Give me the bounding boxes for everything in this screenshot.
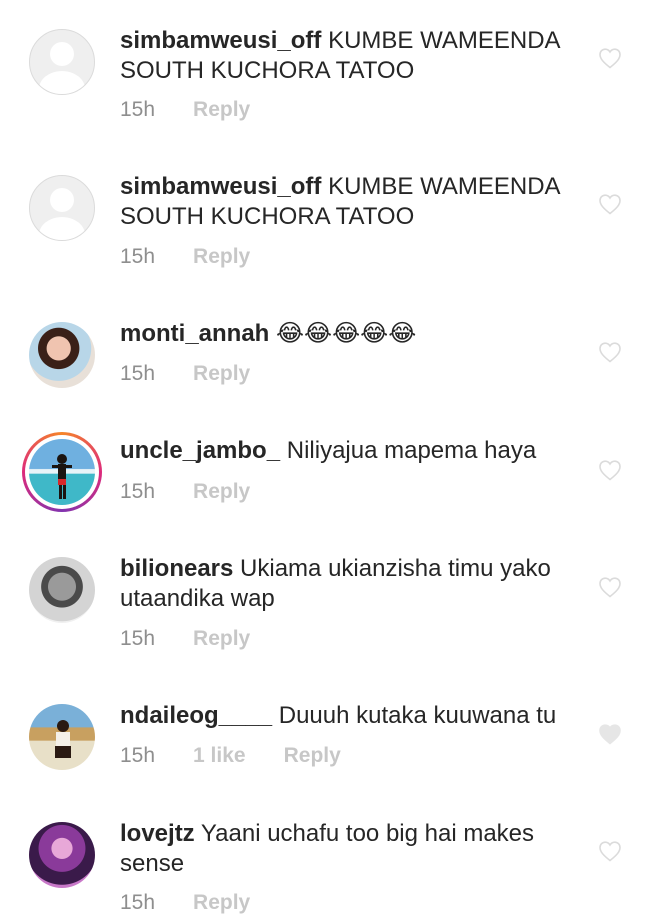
- heart-filled-icon[interactable]: [598, 723, 622, 745]
- comment-username[interactable]: uncle_jambo_: [120, 437, 280, 464]
- heart-icon[interactable]: [598, 193, 622, 215]
- comment-text: simbamweusi_off KUMBE WAMEENDA SOUTH KUC…: [120, 26, 580, 86]
- comment-username[interactable]: simbamweusi_off: [120, 27, 321, 54]
- comment-username[interactable]: simbamweusi_off: [120, 173, 321, 200]
- comment-text: simbamweusi_off KUMBE WAMEENDA SOUTH KUC…: [120, 172, 580, 232]
- profile-photo: [29, 557, 95, 623]
- comment-meta: 15h Reply: [120, 891, 250, 915]
- avatar[interactable]: [29, 175, 95, 241]
- avatar[interactable]: [29, 822, 95, 888]
- avatar[interactable]: [29, 322, 95, 388]
- reply-button[interactable]: Reply: [193, 480, 250, 504]
- comment-body: Niliyajua mapema haya: [286, 437, 537, 464]
- comment-text: lovejtz Yaani uchafu too big hai makes s…: [120, 819, 580, 879]
- comment-time: 15h: [120, 891, 156, 914]
- default-avatar-icon: [29, 29, 95, 95]
- comment-username[interactable]: ndaileog____: [120, 702, 272, 729]
- heart-icon[interactable]: [598, 341, 622, 363]
- profile-photo: [29, 439, 95, 505]
- comment-username[interactable]: lovejtz: [120, 820, 195, 847]
- comment-meta: 15h Reply: [120, 362, 250, 386]
- reply-button[interactable]: Reply: [193, 362, 250, 386]
- profile-photo: [29, 704, 95, 770]
- story-ring[interactable]: [22, 432, 102, 512]
- comment-body: Duuuh kutaka kuuwana tu: [278, 702, 557, 729]
- comment-body: 😂😂😂😂😂: [276, 319, 417, 347]
- heart-icon[interactable]: [598, 47, 622, 69]
- comment-time: 15h: [120, 744, 156, 767]
- comment-username[interactable]: bilionears: [120, 555, 233, 582]
- reply-button[interactable]: Reply: [284, 744, 341, 768]
- comment-time: 15h: [120, 245, 156, 268]
- comment-time: 15h: [120, 98, 156, 121]
- reply-button[interactable]: Reply: [193, 245, 250, 269]
- profile-photo: [29, 822, 95, 888]
- heart-icon[interactable]: [598, 576, 622, 598]
- avatar[interactable]: [29, 704, 95, 770]
- comment-username[interactable]: monti_annah: [120, 320, 269, 347]
- reply-button[interactable]: Reply: [193, 627, 250, 651]
- comment-text: ndaileog____ Duuuh kutaka kuuwana tu: [120, 701, 580, 731]
- reply-button[interactable]: Reply: [193, 891, 250, 915]
- heart-icon[interactable]: [598, 840, 622, 862]
- avatar[interactable]: [29, 29, 95, 95]
- comment-time: 15h: [120, 362, 156, 385]
- heart-icon[interactable]: [598, 459, 622, 481]
- comment-time: 15h: [120, 480, 156, 503]
- reply-button[interactable]: Reply: [193, 98, 250, 122]
- avatar[interactable]: [29, 557, 95, 623]
- comment-meta: 15h 1 like Reply: [120, 744, 341, 768]
- comment-meta: 15h Reply: [120, 245, 250, 269]
- profile-photo: [29, 322, 95, 388]
- default-avatar-icon: [29, 175, 95, 241]
- comment-like-count[interactable]: 1 like: [193, 744, 246, 768]
- comments-feed: simbamweusi_off KUMBE WAMEENDA SOUTH KUC…: [0, 0, 661, 914]
- comment-text: uncle_jambo_ Niliyajua mapema haya: [120, 436, 580, 466]
- comment-meta: 15h Reply: [120, 98, 250, 122]
- comment-meta: 15h Reply: [120, 480, 250, 504]
- comment-text: monti_annah 😂😂😂😂😂: [120, 318, 580, 349]
- comment-text: bilionears Ukiama ukianzisha timu yako u…: [120, 554, 580, 614]
- comment-time: 15h: [120, 627, 156, 650]
- comment-meta: 15h Reply: [120, 627, 250, 651]
